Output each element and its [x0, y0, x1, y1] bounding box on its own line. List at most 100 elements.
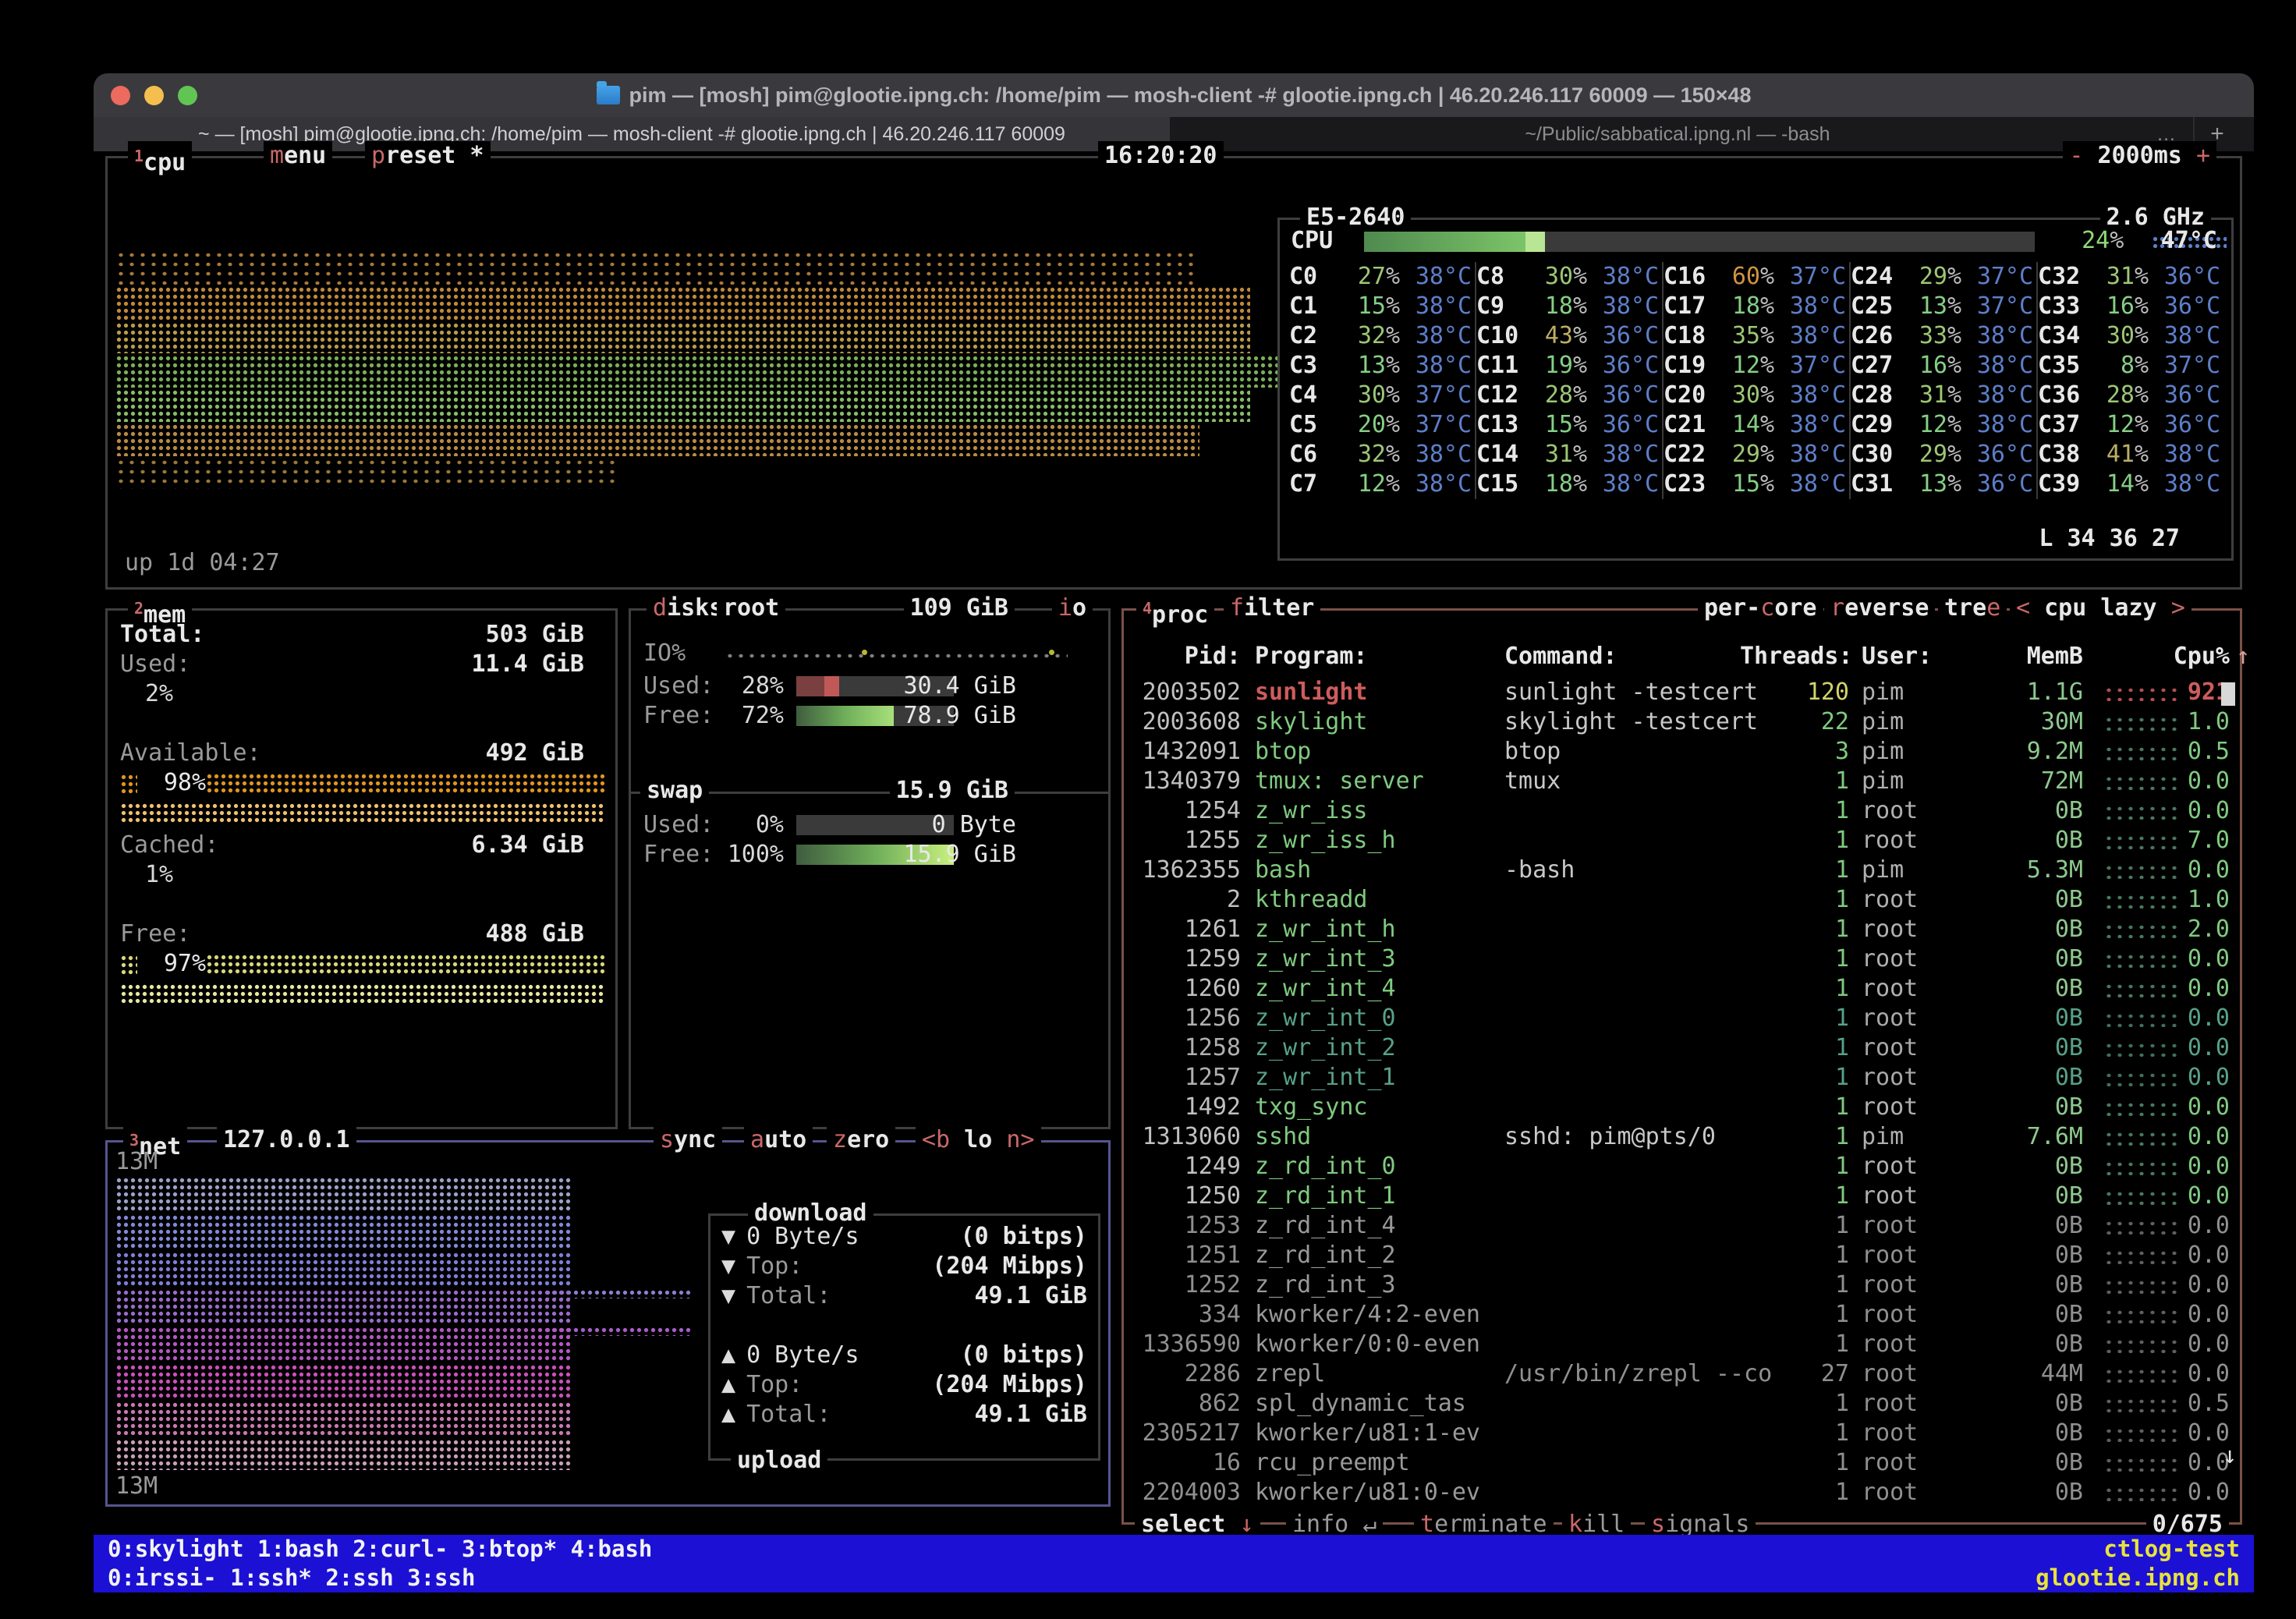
process-row[interactable]: 16rcu_preempt1root0B0.0: [1132, 1448, 2220, 1478]
core-cell: C2513%37°C: [1851, 292, 2038, 321]
process-row[interactable]: 1255z_wr_iss_h1root0B7.0: [1132, 826, 2220, 856]
core-cell: C115%38°C: [1289, 292, 1476, 321]
proc-box: 4proc filter per-core reverse tree < cpu…: [1121, 608, 2242, 1525]
process-row[interactable]: 1251z_rd_int_21root0B0.0: [1132, 1241, 2220, 1270]
process-row[interactable]: 2305217kworker/u81:1-ev1root0B0.0: [1132, 1419, 2220, 1448]
net-scale-bottom: 13M: [115, 1472, 158, 1501]
core-cell: C712%38°C: [1289, 469, 1476, 499]
scroll-down-icon[interactable]: ↓: [2223, 1442, 2237, 1469]
process-row[interactable]: 862spl_dynamic_tas1root0B0.5: [1132, 1389, 2220, 1419]
mem-cached-pct: 1%: [145, 860, 173, 890]
core-cell: C520%37°C: [1289, 410, 1476, 440]
process-row[interactable]: 1258z_wr_int_21root0B0.0: [1132, 1033, 2220, 1063]
interval-plus-button[interactable]: +: [2196, 142, 2210, 169]
zoom-button[interactable]: [178, 86, 197, 105]
proc-tree-toggle[interactable]: tree: [1938, 593, 2007, 623]
disk-root-size: 109 GiB: [904, 593, 1015, 623]
process-row[interactable]: 1249z_rd_int_01root0B0.0: [1132, 1152, 2220, 1181]
net-interface: 127.0.0.1: [217, 1125, 356, 1155]
process-row[interactable]: 1252z_rd_int_31root0B0.0: [1132, 1270, 2220, 1300]
cpu-detail-box: E5-2640 2.6 GHz CPU 24% 47°C C027%38°CC8…: [1277, 218, 2234, 561]
tmux-hostname: glootie.ipng.ch: [2036, 1564, 2240, 1592]
tab-inactive[interactable]: ~/Public/sabbatical.ipng.nl — -bash: [1171, 117, 2184, 151]
process-row[interactable]: 1313060sshdsshd: pim@pts/01pim7.6M0.0: [1132, 1122, 2220, 1152]
core-cell: C430%37°C: [1289, 381, 1476, 410]
mem-used-value: 11.4 GiB: [472, 650, 585, 679]
core-cell: C1043%36°C: [1476, 321, 1664, 351]
proc-sort-switch[interactable]: < cpu lazy >: [2010, 593, 2191, 623]
core-cell: C2633%38°C: [1851, 321, 2038, 351]
mem-avail-meter-2: [120, 802, 604, 823]
cpu-box: 1cpu menu preset * 16:20:20 - 2000ms + u…: [105, 156, 2242, 590]
process-row[interactable]: 2003608skylightskylight -testcert22pim30…: [1132, 707, 2220, 737]
proc-filter-button[interactable]: filter: [1224, 593, 1320, 623]
sort-direction-icon[interactable]: ↑: [2236, 642, 2250, 671]
core-cell: C2114%38°C: [1664, 410, 1851, 440]
core-cell: C358%37°C: [2038, 351, 2225, 381]
mem-free-value: 488 GiB: [486, 919, 584, 949]
scrollbar-thumb[interactable]: [2221, 682, 2235, 706]
mem-free-meter: 97%: [120, 949, 604, 979]
interval-minus-button[interactable]: -: [2069, 142, 2083, 169]
process-row[interactable]: 1253z_rd_int_41root0B0.0: [1132, 1211, 2220, 1241]
core-cell: C3113%36°C: [1851, 469, 2038, 499]
core-cell: C2030%38°C: [1664, 381, 1851, 410]
mem-total-value: 503 GiB: [486, 620, 584, 650]
disks-io-toggle[interactable]: io: [1052, 593, 1093, 623]
preset-button[interactable]: preset *: [365, 141, 491, 171]
process-row[interactable]: 2003502sunlightsunlight -testcert120pim1…: [1132, 678, 2220, 707]
window-title: pim — [mosh] pim@glootie.ipng.ch: /home/…: [94, 83, 2254, 108]
process-row[interactable]: 1256z_wr_int_01root0B0.0: [1132, 1004, 2220, 1033]
process-row[interactable]: 1257z_wr_int_11root0B0.0: [1132, 1063, 2220, 1093]
proc-percore-toggle[interactable]: per-core: [1698, 593, 1823, 623]
net-sync-toggle[interactable]: sync: [654, 1125, 722, 1155]
disk-swap-size: 15.9 GiB: [890, 776, 1015, 806]
process-row[interactable]: 334kworker/4:2-even1root0B0.0: [1132, 1300, 2220, 1330]
mem-used-pct: 2%: [145, 679, 173, 709]
process-row[interactable]: 1254z_wr_iss1root0B0.0: [1132, 796, 2220, 826]
process-row[interactable]: 2204003kworker/u81:0-ev1root0B0.0: [1132, 1478, 2220, 1507]
process-row[interactable]: 1250z_rd_int_11root0B0.0: [1132, 1181, 2220, 1211]
cpu-total-temp: 47°C: [2161, 226, 2217, 256]
process-row[interactable]: 1362355bash-bash1pim5.3M0.0: [1132, 856, 2220, 885]
core-cell: C632%38°C: [1289, 440, 1476, 469]
core-cell: C3841%38°C: [2038, 440, 2225, 469]
process-row[interactable]: 1259z_wr_int_31root0B0.0: [1132, 944, 2220, 974]
process-row[interactable]: 1260z_wr_int_41root0B0.0: [1132, 974, 2220, 1004]
core-cell: C1228%36°C: [1476, 381, 1664, 410]
process-row[interactable]: 1432091btopbtop3pim9.2M0.5: [1132, 737, 2220, 767]
disk-io-row: IO%: [643, 639, 686, 668]
core-cell: C1660%37°C: [1664, 262, 1851, 292]
disk-root-used-row: Used: 28% 30.4 GiB: [643, 671, 1108, 701]
core-cell: C2429%37°C: [1851, 262, 2038, 292]
core-cell: C3231%36°C: [2038, 262, 2225, 292]
upload-arrow-icon: ▲: [721, 1371, 735, 1398]
menu-button[interactable]: menu: [264, 141, 332, 171]
mem-avail-label: Available:: [120, 739, 261, 767]
core-cell: C1315%36°C: [1476, 410, 1664, 440]
core-cell: C313%38°C: [1289, 351, 1476, 381]
mem-used-label: Used:: [120, 650, 190, 678]
core-cell: C3029%36°C: [1851, 440, 2038, 469]
tmux-statusbar: 0:skylight 1:bash 2:curl- 3:btop* 4:bash…: [94, 1535, 2254, 1592]
net-auto-toggle[interactable]: auto: [744, 1125, 813, 1155]
net-interface-switch[interactable]: <b lo n>: [916, 1125, 1041, 1155]
net-stats-box: download upload ▼0 Byte/s(0 bitps) ▼Top:…: [708, 1213, 1100, 1461]
net-scale-top: 13M: [115, 1147, 158, 1177]
process-row[interactable]: 2kthreadd1root0B1.0: [1132, 885, 2220, 915]
process-row[interactable]: 1336590kworker/0:0-even1root0B0.0: [1132, 1330, 2220, 1359]
upload-arrow-icon: ▲: [721, 1401, 735, 1428]
mem-cached-label: Cached:: [120, 831, 218, 859]
proc-reverse-toggle[interactable]: reverse: [1824, 593, 1935, 623]
net-zero-toggle[interactable]: zero: [827, 1125, 895, 1155]
process-row[interactable]: 1261z_wr_int_h1root0B2.0: [1132, 915, 2220, 944]
process-row[interactable]: 1492txg_sync1root0B0.0: [1132, 1093, 2220, 1122]
close-button[interactable]: [111, 86, 130, 105]
cpu-box-title: 1cpu: [128, 141, 192, 171]
mem-cached-value: 6.34 GiB: [472, 831, 585, 860]
tab-active[interactable]: ~ — [mosh] pim@glootie.ipng.ch: /home/pi…: [94, 117, 1170, 151]
process-row[interactable]: 1340379tmux: servertmux1pim72M0.0: [1132, 767, 2220, 796]
process-row[interactable]: 2286zrepl/usr/bin/zrepl --co27root44M0.0: [1132, 1359, 2220, 1389]
core-grid: C027%38°CC830%38°CC1660%37°CC2429%37°CC3…: [1289, 262, 2225, 499]
minimize-button[interactable]: [144, 86, 164, 105]
